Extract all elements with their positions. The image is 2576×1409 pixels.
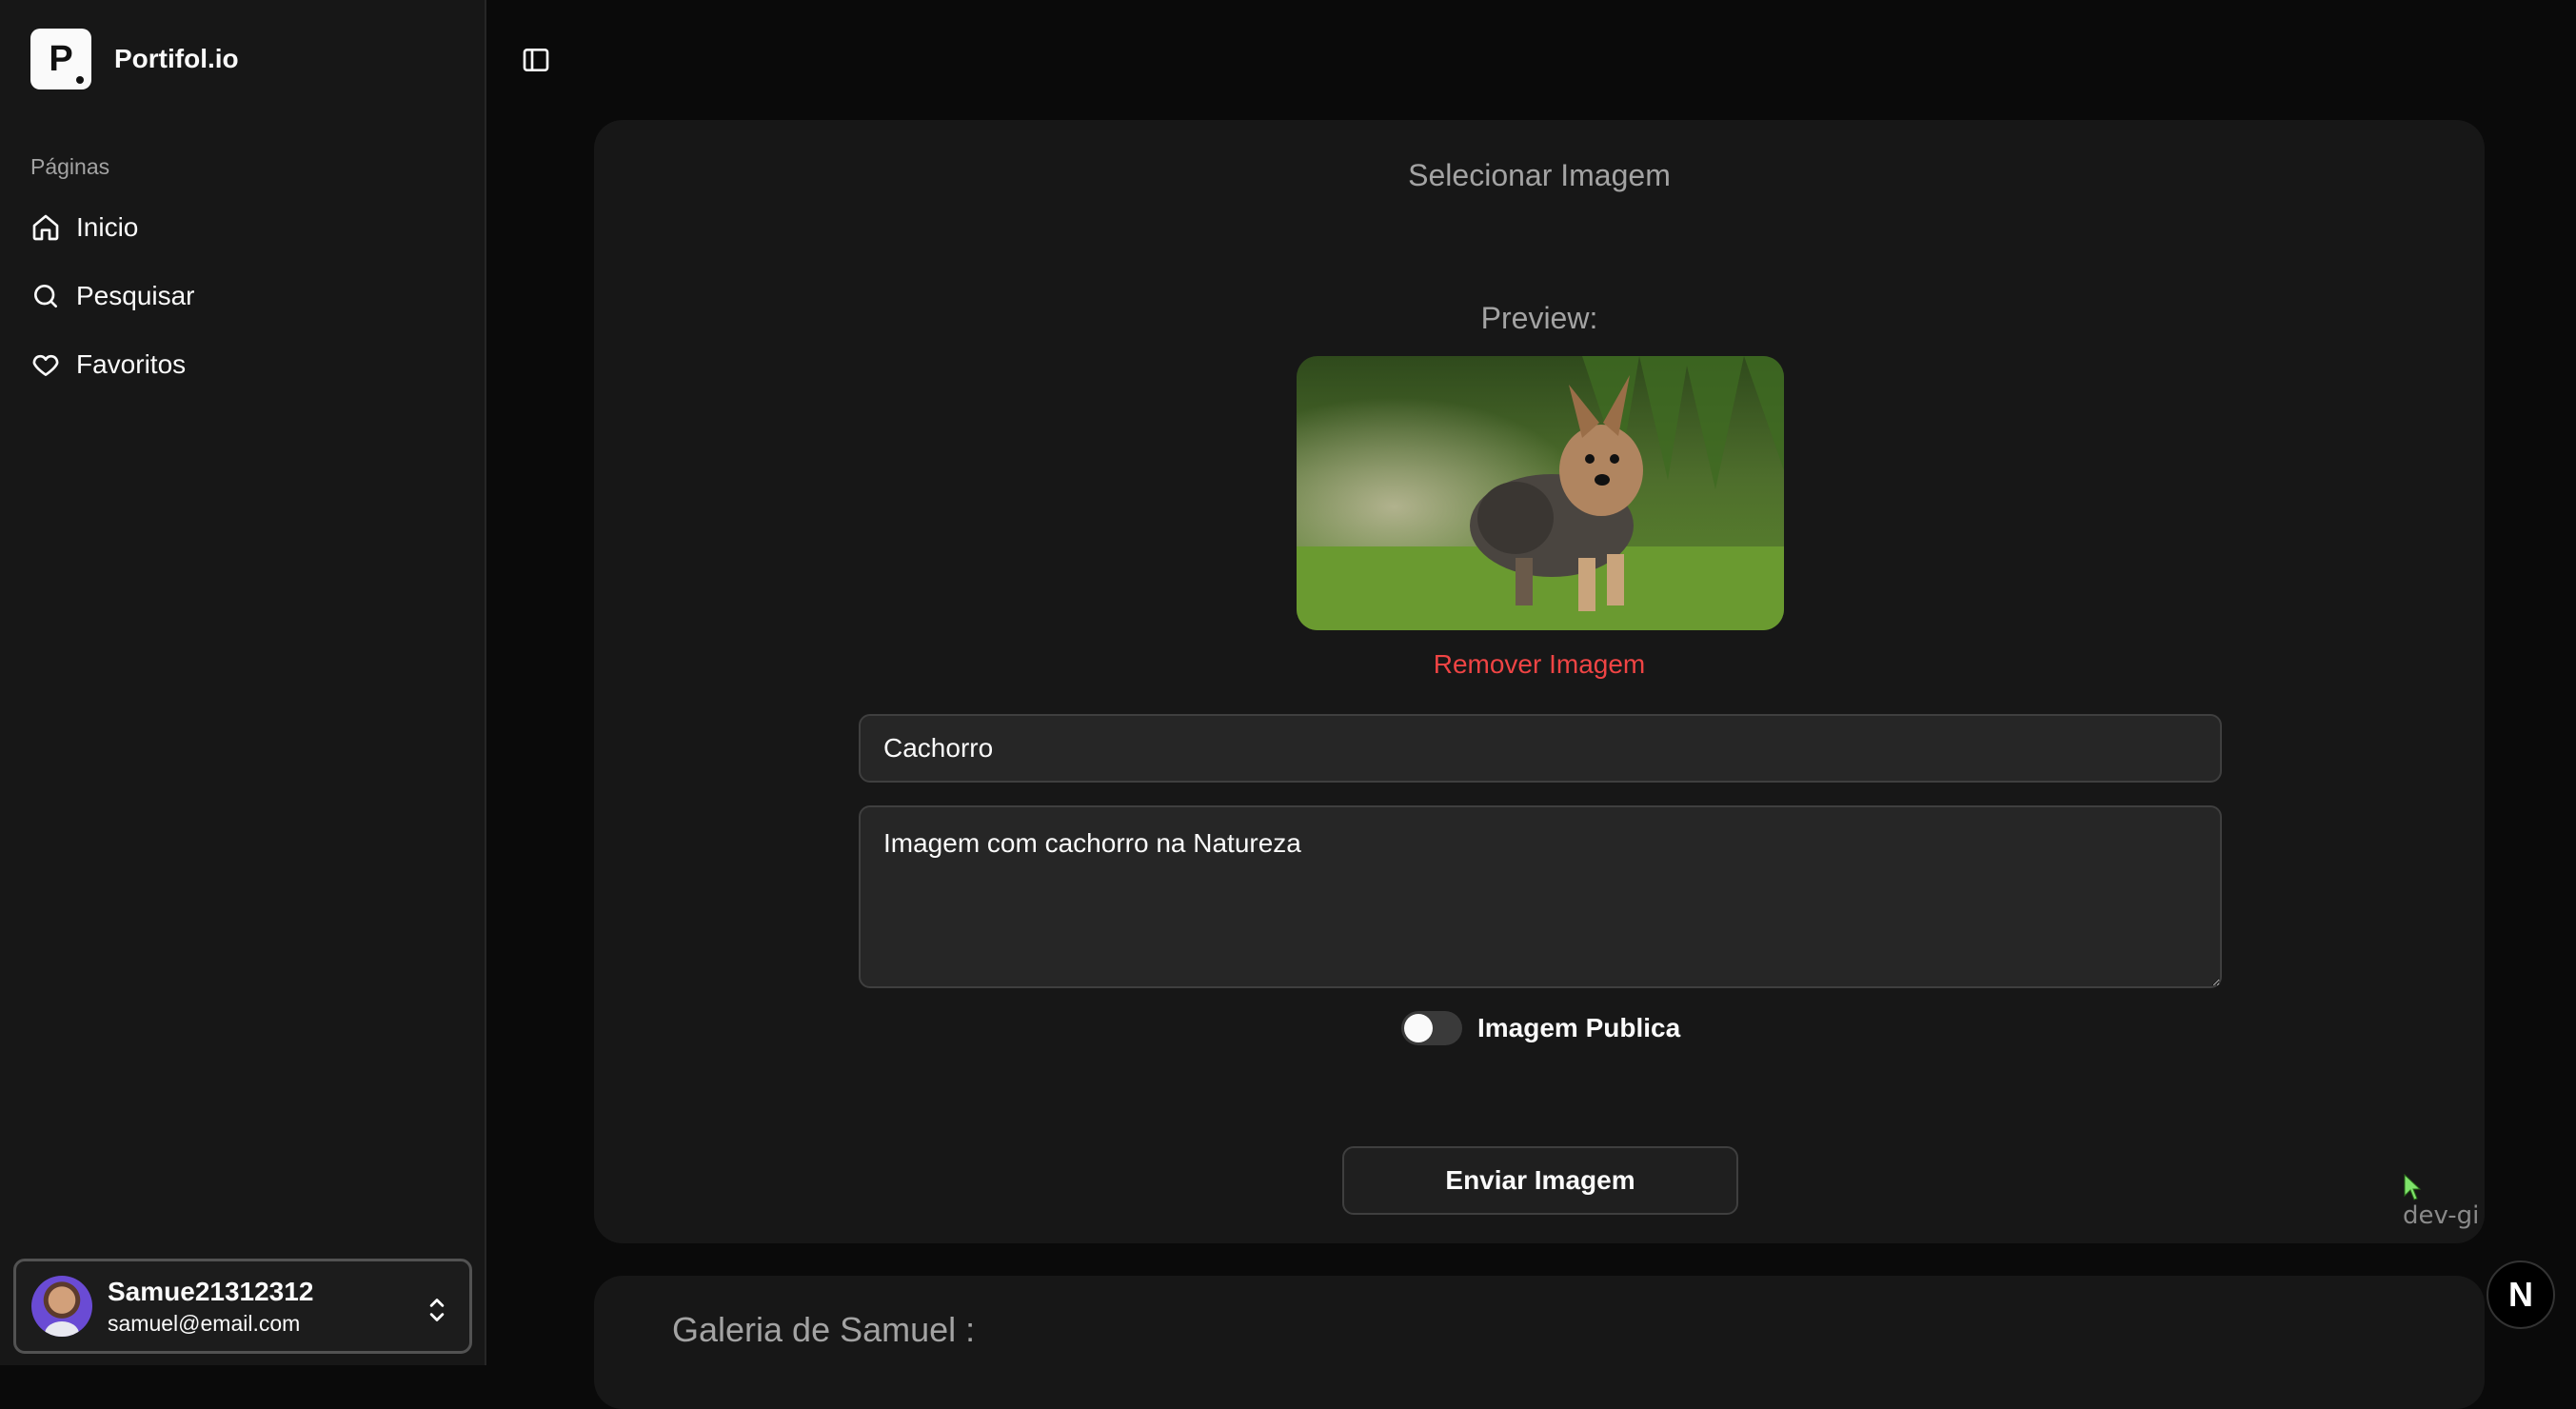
sidebar-section-label: Páginas: [30, 154, 110, 179]
image-description-textarea[interactable]: Imagem com cachorro na Natureza: [859, 805, 2222, 988]
preview-label: Preview:: [1480, 301, 1598, 335]
upload-card: Selecionar Imagem Preview: Remover Image…: [594, 120, 2485, 1243]
sidebar-item-label: Inicio: [76, 212, 139, 242]
public-toggle-switch[interactable]: [1401, 1011, 1462, 1045]
image-preview: [1297, 356, 1784, 630]
image-title-input[interactable]: [859, 714, 2222, 783]
sidebar-toggle-icon[interactable]: [521, 45, 551, 75]
next-logo-icon: N: [2508, 1275, 2533, 1314]
submit-image-button[interactable]: Enviar Imagem: [1342, 1146, 1738, 1215]
gallery-card: Galeria de Samuel :: [594, 1276, 2485, 1409]
sidebar-item-label: Favoritos: [76, 349, 187, 379]
sidebar-item-pesquisar[interactable]: Pesquisar: [30, 268, 195, 324]
sidebar: P Portifol.io Páginas Inicio Pesquisar F…: [0, 0, 486, 1365]
sidebar-item-label: Pesquisar: [76, 281, 195, 310]
heart-icon: [32, 354, 59, 376]
brand-logo-letter: P: [49, 38, 73, 79]
remove-image-button[interactable]: Remover Imagem: [594, 649, 2485, 680]
public-toggle-label: Imagem Publica: [1477, 1013, 1681, 1042]
avatar: [31, 1276, 92, 1337]
search-icon: [34, 285, 57, 308]
user-email: samuel@email.com: [108, 1310, 301, 1336]
user-name: Samue21312312: [108, 1276, 314, 1306]
watermark: dev-gi: [2403, 1201, 2480, 1230]
brand-logo: P: [30, 29, 91, 89]
next-dev-indicator-button[interactable]: N: [2487, 1260, 2555, 1329]
sidebar-item-favoritos[interactable]: Favoritos: [30, 337, 195, 392]
sidebar-item-inicio[interactable]: Inicio: [30, 200, 195, 255]
brand-name: Portifol.io: [114, 44, 239, 73]
chevrons-up-down-icon: [429, 1299, 445, 1321]
upload-title[interactable]: Selecionar Imagem: [594, 158, 2485, 193]
gallery-title: Galeria de Samuel :: [672, 1310, 976, 1349]
user-menu-button[interactable]: Samue21312312 samuel@email.com: [13, 1259, 472, 1354]
sidebar-nav: Inicio Pesquisar Favoritos: [30, 200, 195, 406]
public-toggle-row: Imagem Publica: [1401, 1011, 1680, 1045]
dog-photo: [1297, 356, 1784, 630]
brand[interactable]: P Portifol.io: [30, 29, 239, 89]
mouse-cursor-icon: [2404, 1173, 2422, 1201]
home-icon: [32, 214, 59, 241]
